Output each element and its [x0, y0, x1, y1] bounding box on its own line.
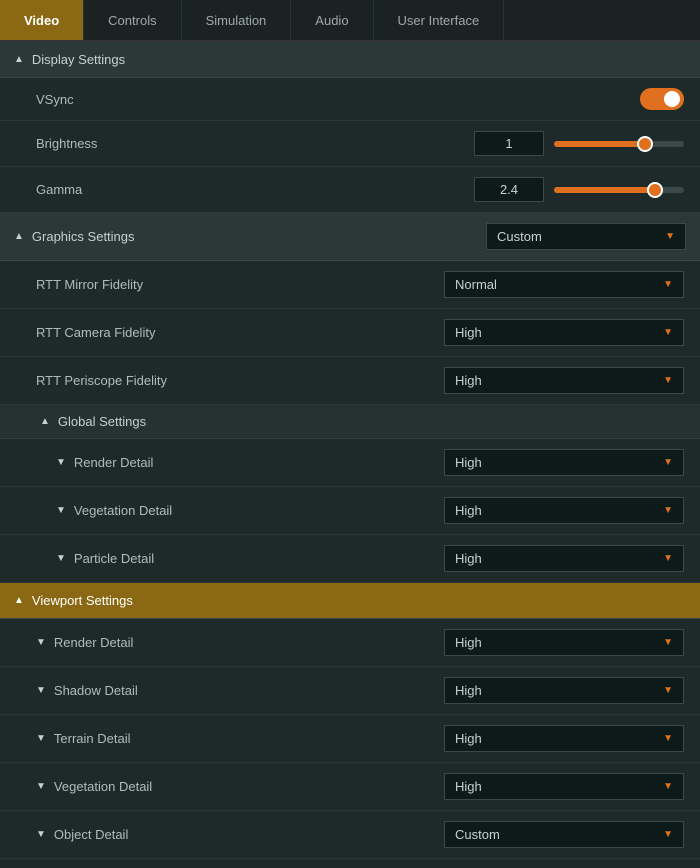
- gamma-slider-track[interactable]: [554, 187, 684, 193]
- display-settings-header[interactable]: ▲ Display Settings: [0, 42, 700, 78]
- global-vegetation-dropdown[interactable]: High ▼: [444, 497, 684, 524]
- viewport-chevron-icon: ▲: [14, 595, 24, 606]
- brightness-slider-track[interactable]: [554, 141, 684, 147]
- viewport-render-dropdown[interactable]: High ▼: [444, 629, 684, 656]
- viewport-shadow-dropdown[interactable]: High ▼: [444, 677, 684, 704]
- global-settings-header[interactable]: ▲ Global Settings: [0, 405, 700, 439]
- viewport-object-chevron-icon: ▼: [36, 829, 46, 840]
- global-particle-dropdown[interactable]: High ▼: [444, 545, 684, 572]
- display-chevron-icon: ▲: [14, 54, 24, 65]
- global-vegetation-dropdown-arrow-icon: ▼: [663, 505, 673, 516]
- rtt-mirror-dropdown-arrow-icon: ▼: [663, 279, 673, 290]
- graphics-settings-label: Graphics Settings: [32, 229, 486, 244]
- brightness-row: Brightness 1: [0, 121, 700, 167]
- global-particle-detail-row: ▼ Particle Detail High ▼: [0, 535, 700, 583]
- viewport-vegetation-detail-row: ▼ Vegetation Detail High ▼: [0, 763, 700, 811]
- viewport-object-detail-row: ▼ Object Detail Custom ▼: [0, 811, 700, 859]
- viewport-object-dropdown[interactable]: Custom ▼: [444, 821, 684, 848]
- tab-user-interface[interactable]: User Interface: [374, 0, 505, 40]
- vsync-toggle-knob: [664, 91, 680, 107]
- viewport-vegetation-dropdown-arrow-icon: ▼: [663, 781, 673, 792]
- brightness-slider-fill: [554, 141, 645, 147]
- global-vegetation-label: Vegetation Detail: [74, 503, 444, 518]
- rtt-periscope-label: RTT Periscope Fidelity: [36, 373, 444, 388]
- graphics-chevron-icon: ▲: [14, 231, 24, 242]
- graphics-preset-dropdown-arrow-icon: ▼: [665, 231, 675, 242]
- viewport-particle-detail-row: ▼ Particle Detail High ▼: [0, 859, 700, 868]
- rtt-camera-dropdown-arrow-icon: ▼: [663, 327, 673, 338]
- viewport-render-label: Render Detail: [54, 635, 444, 650]
- rtt-camera-label: RTT Camera Fidelity: [36, 325, 444, 340]
- rtt-mirror-row: RTT Mirror Fidelity Normal ▼: [0, 261, 700, 309]
- global-render-label: Render Detail: [74, 455, 444, 470]
- tab-video[interactable]: Video: [0, 0, 84, 40]
- tab-controls[interactable]: Controls: [84, 0, 181, 40]
- rtt-camera-dropdown[interactable]: High ▼: [444, 319, 684, 346]
- rtt-mirror-dropdown[interactable]: Normal ▼: [444, 271, 684, 298]
- viewport-shadow-label: Shadow Detail: [54, 683, 444, 698]
- viewport-terrain-dropdown-arrow-icon: ▼: [663, 733, 673, 744]
- viewport-terrain-label: Terrain Detail: [54, 731, 444, 746]
- global-particle-dropdown-arrow-icon: ▼: [663, 553, 673, 564]
- rtt-periscope-dropdown[interactable]: High ▼: [444, 367, 684, 394]
- global-particle-label: Particle Detail: [74, 551, 444, 566]
- tab-audio[interactable]: Audio: [291, 0, 373, 40]
- global-vegetation-detail-row: ▼ Vegetation Detail High ▼: [0, 487, 700, 535]
- viewport-terrain-detail-row: ▼ Terrain Detail High ▼: [0, 715, 700, 763]
- global-chevron-icon: ▲: [40, 416, 50, 427]
- viewport-shadow-dropdown-arrow-icon: ▼: [663, 685, 673, 696]
- rtt-periscope-dropdown-arrow-icon: ▼: [663, 375, 673, 386]
- global-render-dropdown[interactable]: High ▼: [444, 449, 684, 476]
- gamma-slider-fill: [554, 187, 655, 193]
- brightness-slider-knob[interactable]: [637, 136, 653, 152]
- vsync-toggle[interactable]: [640, 88, 684, 110]
- vsync-row: VSync: [0, 78, 700, 121]
- global-render-dropdown-arrow-icon: ▼: [663, 457, 673, 468]
- brightness-value[interactable]: 1: [474, 131, 544, 156]
- viewport-shadow-detail-row: ▼ Shadow Detail High ▼: [0, 667, 700, 715]
- viewport-object-label: Object Detail: [54, 827, 444, 842]
- vsync-toggle-track[interactable]: [640, 88, 684, 110]
- viewport-terrain-chevron-icon: ▼: [36, 733, 46, 744]
- viewport-vegetation-label: Vegetation Detail: [54, 779, 444, 794]
- gamma-slider-knob[interactable]: [647, 182, 663, 198]
- global-vegetation-chevron-icon: ▼: [56, 505, 66, 516]
- viewport-shadow-chevron-icon: ▼: [36, 685, 46, 696]
- viewport-settings-header[interactable]: ▲ Viewport Settings: [0, 583, 700, 619]
- graphics-settings-header[interactable]: ▲ Graphics Settings Custom ▼: [0, 213, 700, 261]
- graphics-preset-dropdown[interactable]: Custom ▼: [486, 223, 686, 250]
- viewport-object-dropdown-arrow-icon: ▼: [663, 829, 673, 840]
- rtt-mirror-label: RTT Mirror Fidelity: [36, 277, 444, 292]
- rtt-camera-row: RTT Camera Fidelity High ▼: [0, 309, 700, 357]
- brightness-slider-group: 1: [474, 131, 684, 156]
- global-render-chevron-icon: ▼: [56, 457, 66, 468]
- gamma-slider-group: 2.4: [474, 177, 684, 202]
- viewport-render-detail-row: ▼ Render Detail High ▼: [0, 619, 700, 667]
- gamma-row: Gamma 2.4: [0, 167, 700, 213]
- gamma-value[interactable]: 2.4: [474, 177, 544, 202]
- tab-bar: Video Controls Simulation Audio User Int…: [0, 0, 700, 42]
- rtt-periscope-row: RTT Periscope Fidelity High ▼: [0, 357, 700, 405]
- viewport-vegetation-chevron-icon: ▼: [36, 781, 46, 792]
- gamma-label: Gamma: [36, 182, 474, 197]
- settings-content: ▲ Display Settings VSync Brightness 1 Ga…: [0, 42, 700, 868]
- viewport-render-dropdown-arrow-icon: ▼: [663, 637, 673, 648]
- viewport-vegetation-dropdown[interactable]: High ▼: [444, 773, 684, 800]
- tab-simulation[interactable]: Simulation: [182, 0, 292, 40]
- viewport-terrain-dropdown[interactable]: High ▼: [444, 725, 684, 752]
- global-render-detail-row: ▼ Render Detail High ▼: [0, 439, 700, 487]
- brightness-label: Brightness: [36, 136, 474, 151]
- viewport-render-chevron-icon: ▼: [36, 637, 46, 648]
- vsync-label: VSync: [36, 92, 640, 107]
- global-particle-chevron-icon: ▼: [56, 553, 66, 564]
